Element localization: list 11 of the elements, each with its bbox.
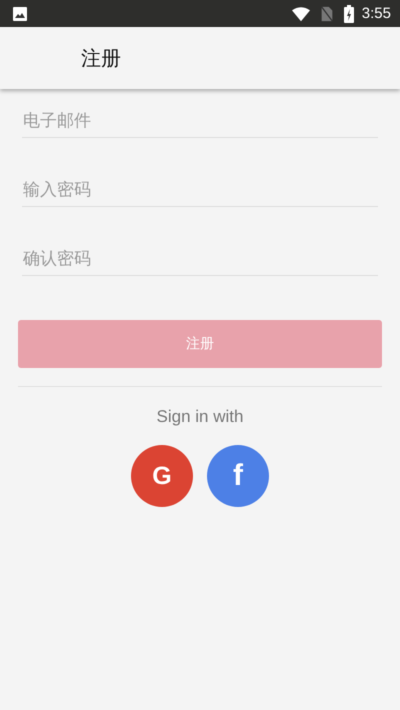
page-title: 注册 [81, 44, 121, 72]
battery-charging-icon [344, 4, 354, 22]
wifi-icon [292, 6, 310, 22]
input-field[interactable]: 电子邮件 [22, 99, 378, 138]
input-field[interactable]: 输入密码 [22, 168, 378, 207]
facebook-button[interactable]: f [207, 445, 269, 507]
input-field[interactable]: 确认密码 [22, 237, 378, 276]
image-icon [13, 6, 27, 20]
google-button[interactable]: G [131, 445, 193, 507]
status-time: 3:55 [362, 5, 391, 22]
sign-in-label: Sign in with [156, 407, 244, 427]
